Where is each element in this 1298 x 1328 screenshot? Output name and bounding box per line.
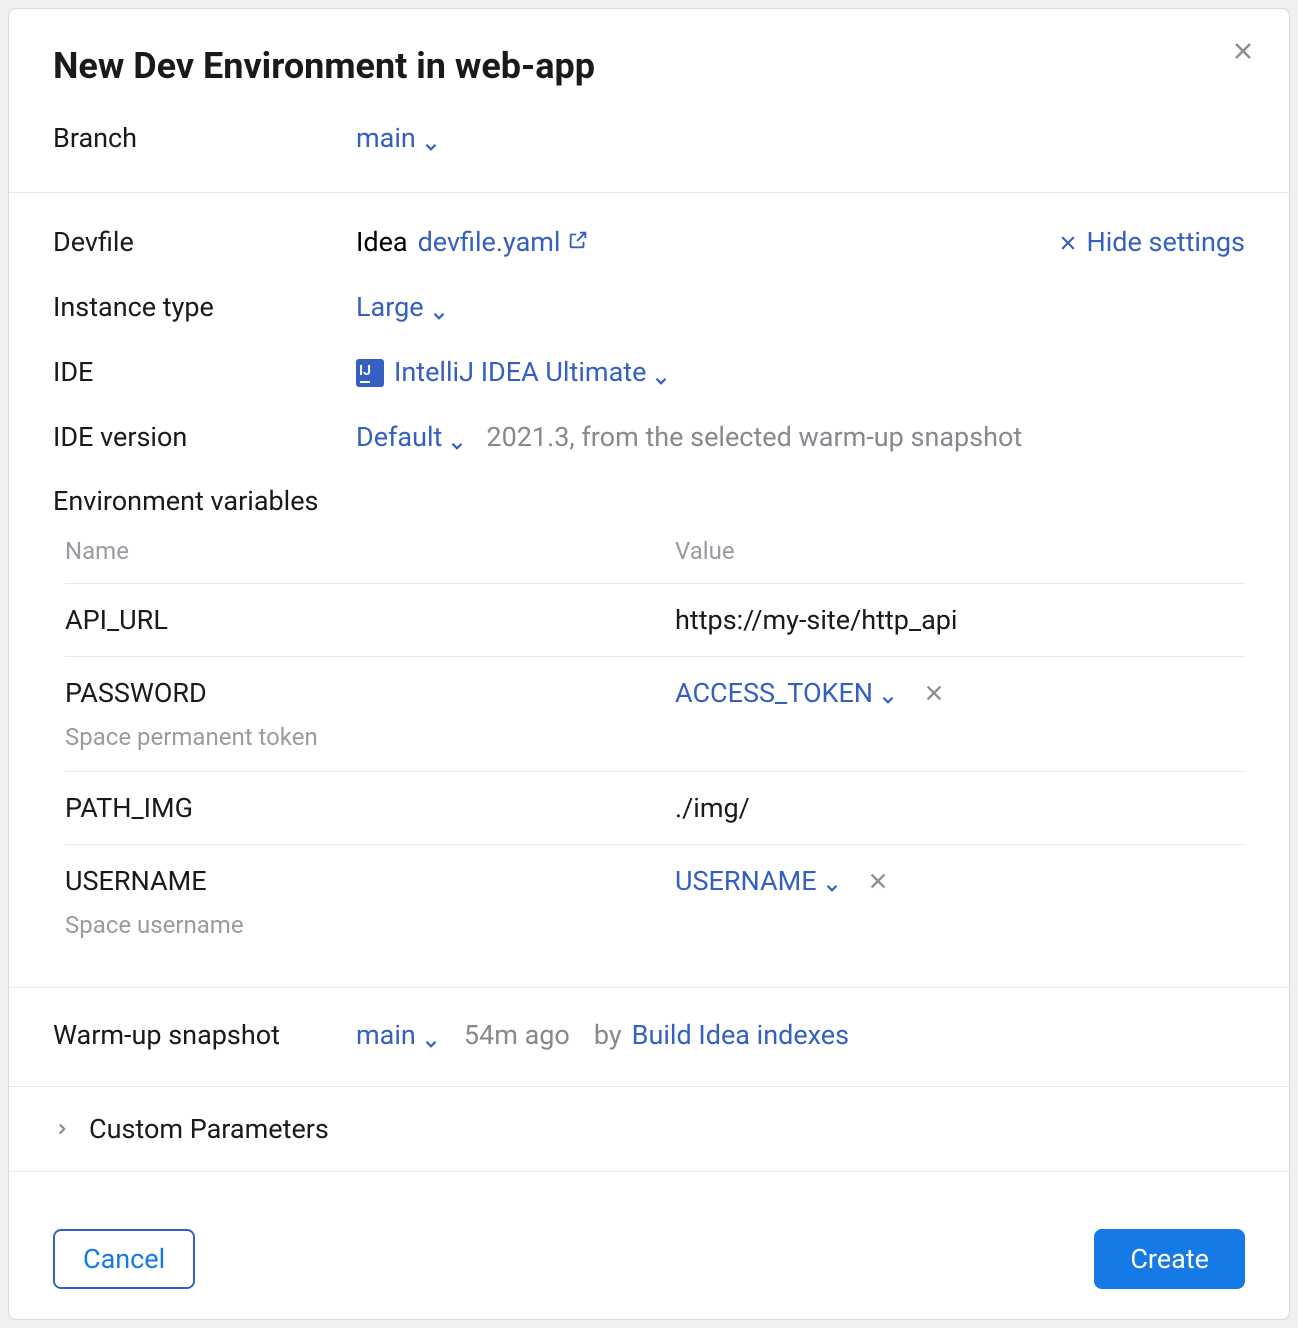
env-header-name: Name bbox=[65, 537, 675, 565]
chevron-down-icon bbox=[823, 872, 841, 890]
env-var-remove-button[interactable] bbox=[923, 682, 945, 704]
ide-version-value: Default bbox=[356, 420, 442, 455]
dialog-title: New Dev Environment in web-app bbox=[53, 45, 1245, 87]
custom-parameters-section: Custom Parameters bbox=[9, 1087, 1289, 1172]
close-icon bbox=[1058, 233, 1078, 253]
env-header-value: Value bbox=[675, 537, 1245, 565]
branch-value: main bbox=[356, 121, 416, 156]
chevron-down-icon bbox=[430, 299, 448, 317]
ide-version-hint: 2021.3, from the selected warm-up snapsh… bbox=[486, 420, 1022, 455]
env-vars-table: Name Value API_URLhttps://my-site/http_a… bbox=[65, 537, 1245, 959]
ide-version-dropdown[interactable]: Default bbox=[356, 420, 466, 455]
custom-parameters-toggle[interactable]: Custom Parameters bbox=[53, 1113, 1245, 1145]
hide-settings-button[interactable]: Hide settings bbox=[1058, 225, 1245, 260]
env-var-value: https://my-site/http_api bbox=[675, 604, 958, 636]
ide-label: IDE bbox=[53, 355, 356, 390]
snapshot-section: Warm-up snapshot main 54m ago by Build I… bbox=[9, 988, 1289, 1086]
env-row: USERNAMEUSERNAME Space username bbox=[65, 845, 1245, 959]
snapshot-label: Warm-up snapshot bbox=[53, 1018, 356, 1053]
branch-label: Branch bbox=[53, 121, 356, 156]
env-table-header: Name Value bbox=[65, 537, 1245, 584]
dialog-footer: Cancel Create bbox=[9, 1203, 1289, 1319]
create-button[interactable]: Create bbox=[1094, 1229, 1245, 1289]
chevron-right-icon bbox=[53, 1113, 71, 1145]
ide-version-label: IDE version bbox=[53, 420, 356, 455]
external-link-icon bbox=[567, 225, 589, 260]
env-row: API_URLhttps://my-site/http_api bbox=[65, 584, 1245, 657]
settings-section: Devfile Idea devfile.yaml Hide settings … bbox=[9, 193, 1289, 988]
devfile-label: Devfile bbox=[53, 225, 356, 260]
env-var-value: ACCESS_TOKEN bbox=[675, 677, 873, 709]
env-var-value: ./img/ bbox=[675, 792, 750, 824]
custom-parameters-label: Custom Parameters bbox=[89, 1113, 329, 1145]
env-vars-label: Environment variables bbox=[53, 485, 1245, 517]
env-var-value-dropdown[interactable]: USERNAME bbox=[675, 865, 841, 897]
intellij-icon: IJ bbox=[356, 359, 384, 387]
chevron-down-icon bbox=[652, 364, 670, 382]
snapshot-branch: main bbox=[356, 1018, 416, 1053]
env-var-remove-button[interactable] bbox=[867, 870, 889, 892]
env-var-name: PASSWORD bbox=[65, 677, 675, 709]
ide-dropdown[interactable]: IntelliJ IDEA Ultimate bbox=[394, 355, 670, 390]
instance-type-value: Large bbox=[356, 290, 424, 325]
env-row: PASSWORDACCESS_TOKEN Space permanent toke… bbox=[65, 657, 1245, 772]
snapshot-by: by bbox=[594, 1018, 622, 1053]
chevron-down-icon bbox=[422, 1027, 440, 1045]
env-var-value-dropdown[interactable]: ACCESS_TOKEN bbox=[675, 677, 897, 709]
chevron-down-icon bbox=[422, 130, 440, 148]
branch-section: Branch main bbox=[9, 87, 1289, 193]
env-var-hint: Space username bbox=[65, 911, 1245, 939]
env-var-name: API_URL bbox=[65, 604, 675, 636]
dialog-header: New Dev Environment in web-app bbox=[9, 9, 1289, 87]
devfile-link[interactable]: devfile.yaml bbox=[418, 225, 589, 260]
new-dev-env-dialog: New Dev Environment in web-app Branch ma… bbox=[8, 8, 1290, 1320]
branch-dropdown[interactable]: main bbox=[356, 121, 440, 156]
env-var-value: USERNAME bbox=[675, 865, 817, 897]
chevron-down-icon bbox=[879, 684, 897, 702]
ide-value: IntelliJ IDEA Ultimate bbox=[394, 355, 646, 390]
snapshot-job-link[interactable]: Build Idea indexes bbox=[632, 1018, 849, 1053]
instance-type-label: Instance type bbox=[53, 290, 356, 325]
close-button[interactable] bbox=[1227, 35, 1259, 67]
env-var-name: USERNAME bbox=[65, 865, 675, 897]
hide-settings-label: Hide settings bbox=[1086, 225, 1245, 260]
snapshot-time: 54m ago bbox=[464, 1018, 570, 1053]
snapshot-branch-dropdown[interactable]: main bbox=[356, 1018, 440, 1053]
chevron-down-icon bbox=[448, 429, 466, 447]
env-var-name: PATH_IMG bbox=[65, 792, 675, 824]
cancel-button[interactable]: Cancel bbox=[53, 1229, 195, 1289]
devfile-prefix: Idea bbox=[356, 225, 408, 260]
env-row: PATH_IMG./img/ bbox=[65, 772, 1245, 845]
close-icon bbox=[1231, 39, 1255, 63]
env-var-hint: Space permanent token bbox=[65, 723, 1245, 751]
instance-type-dropdown[interactable]: Large bbox=[356, 290, 448, 325]
devfile-filename: devfile.yaml bbox=[418, 225, 561, 260]
